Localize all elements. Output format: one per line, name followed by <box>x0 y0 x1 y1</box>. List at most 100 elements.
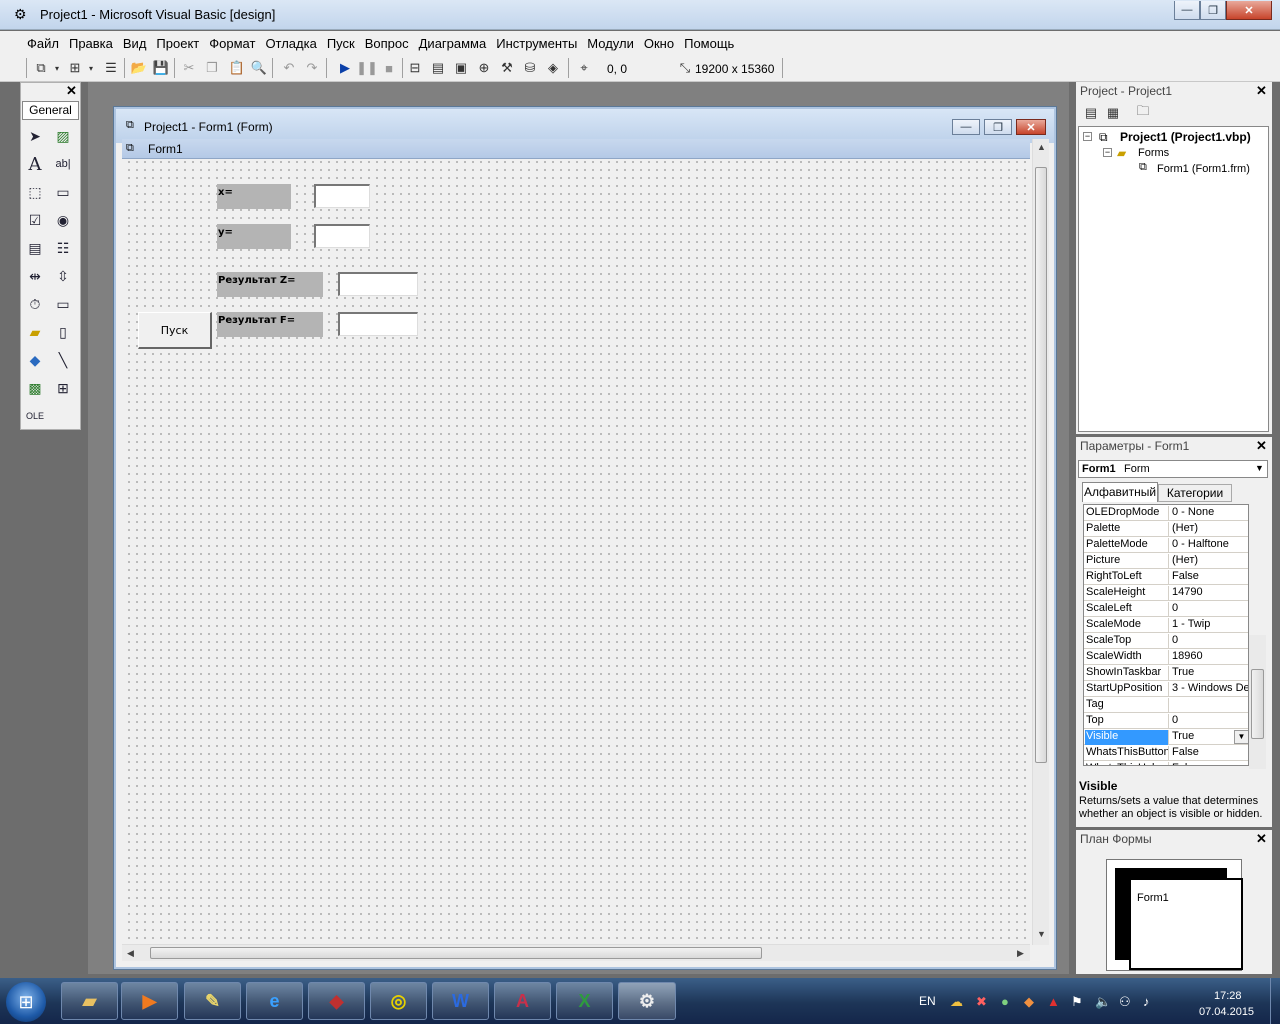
property-value[interactable]: 0 <box>1171 602 1248 617</box>
properties-scrollbar[interactable] <box>1249 635 1266 769</box>
media-player-taskbar-icon[interactable]: ▶ <box>121 982 178 1020</box>
property-name[interactable]: ScaleWidth <box>1085 650 1169 665</box>
copy-icon[interactable]: ❐ <box>203 59 221 77</box>
label-result-z[interactable]: Результат Z= <box>217 272 323 297</box>
ole-icon[interactable]: OLE <box>24 405 46 427</box>
add-form-icon[interactable]: ⊞ <box>66 59 84 77</box>
add-project-icon[interactable]: ⧉ <box>32 59 50 77</box>
textbox-x[interactable] <box>314 184 370 208</box>
scroll-right-icon[interactable]: ▶ <box>1017 948 1024 959</box>
close-icon[interactable]: ✕ <box>1256 83 1267 99</box>
property-row[interactable]: ScaleHeight 14790 <box>1084 585 1248 601</box>
property-row[interactable]: Tag <box>1084 697 1248 713</box>
label-result-f[interactable]: Результат F= <box>217 312 323 337</box>
tree-root[interactable]: Project1 (Project1.vbp) <box>1120 130 1251 144</box>
menu-diagram[interactable]: Диаграмма <box>419 36 487 51</box>
form-close-button[interactable]: ✕ <box>1016 119 1046 135</box>
converter-taskbar-icon[interactable]: ◎ <box>370 982 427 1020</box>
picturebox-icon[interactable]: ▨ <box>52 125 74 147</box>
label-x[interactable]: x= <box>217 184 291 209</box>
property-value[interactable]: (Нет) <box>1171 554 1248 569</box>
access-taskbar-icon[interactable]: A <box>494 982 551 1020</box>
tree-item-form1[interactable]: Form1 (Form1.frm) <box>1157 163 1250 175</box>
scroll-down-icon[interactable]: ▼ <box>1037 929 1046 939</box>
menu-help[interactable]: Помощь <box>684 36 734 51</box>
dirlistbox-icon[interactable]: ▰ <box>24 321 46 343</box>
form-design-surface[interactable] <box>122 139 1030 945</box>
property-value[interactable]: False <box>1171 762 1248 765</box>
undo-icon[interactable]: ↶ <box>280 59 298 77</box>
tray-network-icon[interactable]: ⚇ <box>1119 994 1131 1010</box>
collapse-icon[interactable]: − <box>1083 132 1092 141</box>
visual-component-manager-icon[interactable]: ◈ <box>544 59 562 77</box>
checkbox-icon[interactable]: ☑ <box>24 209 46 231</box>
object-browser-icon[interactable]: ⊕ <box>475 59 493 77</box>
open-folder-icon[interactable]: 📂 <box>130 59 148 77</box>
property-row[interactable]: Palette (Нет) <box>1084 521 1248 537</box>
property-row[interactable]: ScaleMode 1 - Twip <box>1084 617 1248 633</box>
property-row[interactable]: WhatsThisButton False <box>1084 745 1248 761</box>
save-icon[interactable]: 💾 <box>152 59 170 77</box>
property-value[interactable]: 0 <box>1171 634 1248 649</box>
paste-icon[interactable]: 📋 <box>228 59 246 77</box>
property-name[interactable]: StartUpPosition <box>1085 682 1169 697</box>
properties-window-icon[interactable]: ▤ <box>429 59 447 77</box>
tray-speaker-icon[interactable]: ♪ <box>1143 994 1150 1009</box>
property-value[interactable] <box>1171 698 1248 713</box>
property-name[interactable]: ScaleTop <box>1085 634 1169 649</box>
property-row[interactable]: ShowInTaskbar True <box>1084 665 1248 681</box>
property-name[interactable]: ScaleLeft <box>1085 602 1169 617</box>
hscrollbar-icon[interactable]: ⇹ <box>24 265 46 287</box>
property-row[interactable]: ScaleWidth 18960 <box>1084 649 1248 665</box>
property-name[interactable]: Top <box>1085 714 1169 729</box>
property-name[interactable]: Picture <box>1085 554 1169 569</box>
restore-button[interactable]: ❐ <box>1200 1 1226 20</box>
menu-query[interactable]: Вопрос <box>365 36 409 51</box>
break-icon[interactable]: ❚❚ <box>356 59 378 77</box>
property-value[interactable]: False <box>1171 746 1248 761</box>
tray-cloud-icon[interactable]: ☁ <box>950 994 963 1010</box>
cut-icon[interactable]: ✂ <box>180 59 198 77</box>
data-control-icon[interactable]: ⊞ <box>52 377 74 399</box>
menu-file[interactable]: Файл <box>27 36 59 51</box>
menu-tools[interactable]: Инструменты <box>496 36 577 51</box>
object-selector[interactable]: Form1 Form ▼ <box>1078 460 1268 478</box>
optionbutton-icon[interactable]: ◉ <box>52 209 74 231</box>
start-button[interactable]: Пуск <box>138 312 212 349</box>
start-orb-icon[interactable]: ⊞ <box>6 982 46 1022</box>
excel-taskbar-icon[interactable]: X <box>556 982 613 1020</box>
property-name[interactable]: WhatsThisHelp <box>1085 762 1169 765</box>
toolbox-tab-general[interactable]: General <box>22 101 79 120</box>
tray-antivirus-icon[interactable]: ✖ <box>976 994 987 1010</box>
vscrollbar-icon[interactable]: ⇳ <box>52 265 74 287</box>
property-row[interactable]: Picture (Нет) <box>1084 553 1248 569</box>
property-row[interactable]: PaletteMode 0 - Halftone <box>1084 537 1248 553</box>
property-name[interactable]: WhatsThisButton <box>1085 746 1169 761</box>
view-code-icon[interactable]: ▤ <box>1082 104 1100 122</box>
toolbox-icon[interactable]: ⚒ <box>498 59 516 77</box>
clock-time[interactable]: 17:28 <box>1214 990 1242 1002</box>
scroll-left-icon[interactable]: ◀ <box>127 948 134 959</box>
stop-icon[interactable]: ■ <box>380 59 398 77</box>
menu-format[interactable]: Формат <box>209 36 255 51</box>
tray-volume-icon[interactable]: 🔈 <box>1095 994 1111 1010</box>
chevron-down-icon[interactable]: ▾ <box>86 59 96 77</box>
menu-window[interactable]: Окно <box>644 36 674 51</box>
property-value[interactable]: (Нет) <box>1171 522 1248 537</box>
layout-form-preview[interactable]: Form1 <box>1129 878 1243 970</box>
tray-app-icon[interactable]: ● <box>1001 994 1009 1009</box>
toggle-folders-icon[interactable]: 🗀 <box>1134 103 1152 122</box>
close-icon[interactable]: ✕ <box>1256 438 1267 454</box>
close-icon[interactable]: ✕ <box>66 83 77 99</box>
property-row[interactable]: WhatsThisHelpFalse <box>1084 761 1248 765</box>
menu-addins[interactable]: Модули <box>587 36 634 51</box>
tray-update-icon[interactable]: ◆ <box>1024 994 1034 1010</box>
combobox-icon[interactable]: ▤ <box>24 237 46 259</box>
visual-basic-taskbar-icon[interactable]: ⚙ <box>618 982 676 1020</box>
redo-icon[interactable]: ↷ <box>303 59 321 77</box>
properties-scroll-thumb[interactable] <box>1251 669 1264 739</box>
horizontal-scrollbar[interactable]: ◀ ▶ <box>122 944 1030 961</box>
commandbutton-icon[interactable]: ▭ <box>52 181 74 203</box>
textbox-icon[interactable]: ab| <box>52 153 74 175</box>
form-minimize-button[interactable]: — <box>952 119 980 135</box>
